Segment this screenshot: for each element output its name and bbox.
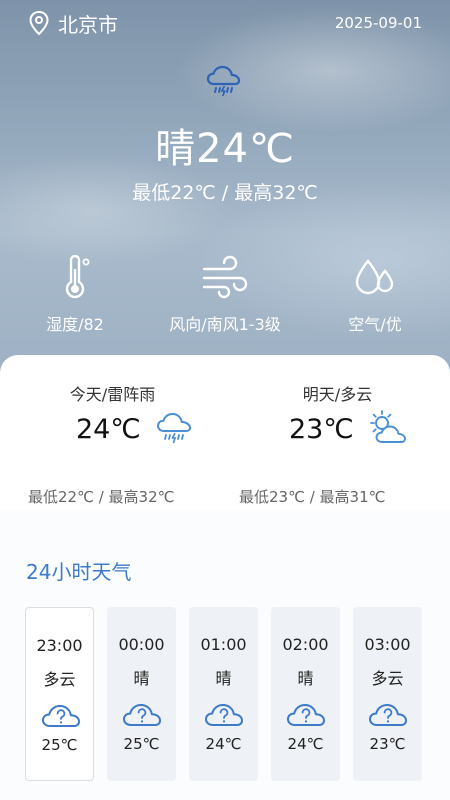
today-temp-range: 最低22℃ / 最高32℃ [28,488,175,506]
today-temp: 24℃ [76,414,141,445]
location-selector[interactable]: 北京市 [28,9,118,38]
unknown-cloud-icon [123,704,161,726]
hourly-temp: 25℃ [41,736,78,754]
hourly-condition: 晴 [297,669,314,688]
top-bar: 北京市 2025-09-01 [28,8,422,38]
wind-label: 风向/南风1-3级 [169,315,281,334]
today-title: 今天/雷阵雨 [69,385,156,404]
unknown-cloud-icon [369,704,407,726]
hourly-time: 23:00 [36,636,83,655]
tomorrow-temp: 23℃ [289,414,354,445]
water-drops-icon [355,259,394,295]
hourly-item[interactable]: 02:00 晴 24℃ [271,607,340,781]
daily-forecast-card: 今天/雷阵雨 24℃ 最低22℃ / 最高32℃ 明天/多云 23℃ 最低23℃… [0,355,450,510]
city-name: 北京市 [58,12,118,37]
hourly-temp: 24℃ [205,735,242,753]
today-forecast[interactable]: 今天/雷阵雨 24℃ 最低22℃ / 最高32℃ [0,381,225,506]
weather-stats: 湿度/82 风向/南风1-3级 空气/优 [0,255,450,335]
hourly-condition: 晴 [133,669,150,688]
hourly-item[interactable]: 23:00 多云 25℃ [25,607,94,781]
humidity-label: 湿度/82 [46,315,104,334]
hourly-condition: 多云 [43,670,76,689]
thermometer-icon [65,255,90,299]
hourly-condition: 晴 [215,669,232,688]
hourly-time: 02:00 [282,635,329,654]
current-temp-range: 最低22℃ / 最高32℃ [132,182,318,204]
hourly-time: 00:00 [118,635,165,654]
current-temperature: 晴24℃ [155,126,295,172]
thunder-rain-cloud-icon [157,413,191,444]
hourly-item[interactable]: 00:00 晴 25℃ [107,607,176,781]
unknown-cloud-icon [287,704,325,726]
hourly-temp: 25℃ [123,735,160,753]
hourly-item[interactable]: 03:00 多云 23℃ [353,607,422,781]
unknown-cloud-icon [205,704,243,726]
humidity-stat: 湿度/82 [0,255,150,335]
thunder-rain-cloud-icon [206,65,241,97]
tomorrow-title: 明天/多云 [302,385,373,404]
hourly-time: 01:00 [200,635,247,654]
tomorrow-temp-range: 最低23℃ / 最高31℃ [239,488,386,506]
air-quality-label: 空气/优 [348,315,402,334]
hourly-time: 03:00 [364,635,411,654]
wind-stat: 风向/南风1-3级 [150,255,300,335]
hourly-condition: 多云 [371,669,404,688]
air-quality-stat: 空气/优 [300,255,450,335]
unknown-cloud-icon [42,705,80,727]
weather-hero: 北京市 2025-09-01 晴24℃ 最低22℃ / 最高32℃ 湿度/82 [0,0,450,390]
hourly-temp: 23℃ [369,735,406,753]
current-date: 2025-09-01 [334,14,422,32]
tomorrow-forecast[interactable]: 明天/多云 23℃ 最低23℃ / 最高31℃ [225,381,450,506]
location-pin-icon [29,10,49,36]
hourly-title: 24小时天气 [26,560,132,584]
wind-icon [202,255,248,299]
hourly-item[interactable]: 01:00 晴 24℃ [189,607,258,781]
partly-cloudy-icon [370,410,406,443]
hourly-temp: 24℃ [287,735,324,753]
